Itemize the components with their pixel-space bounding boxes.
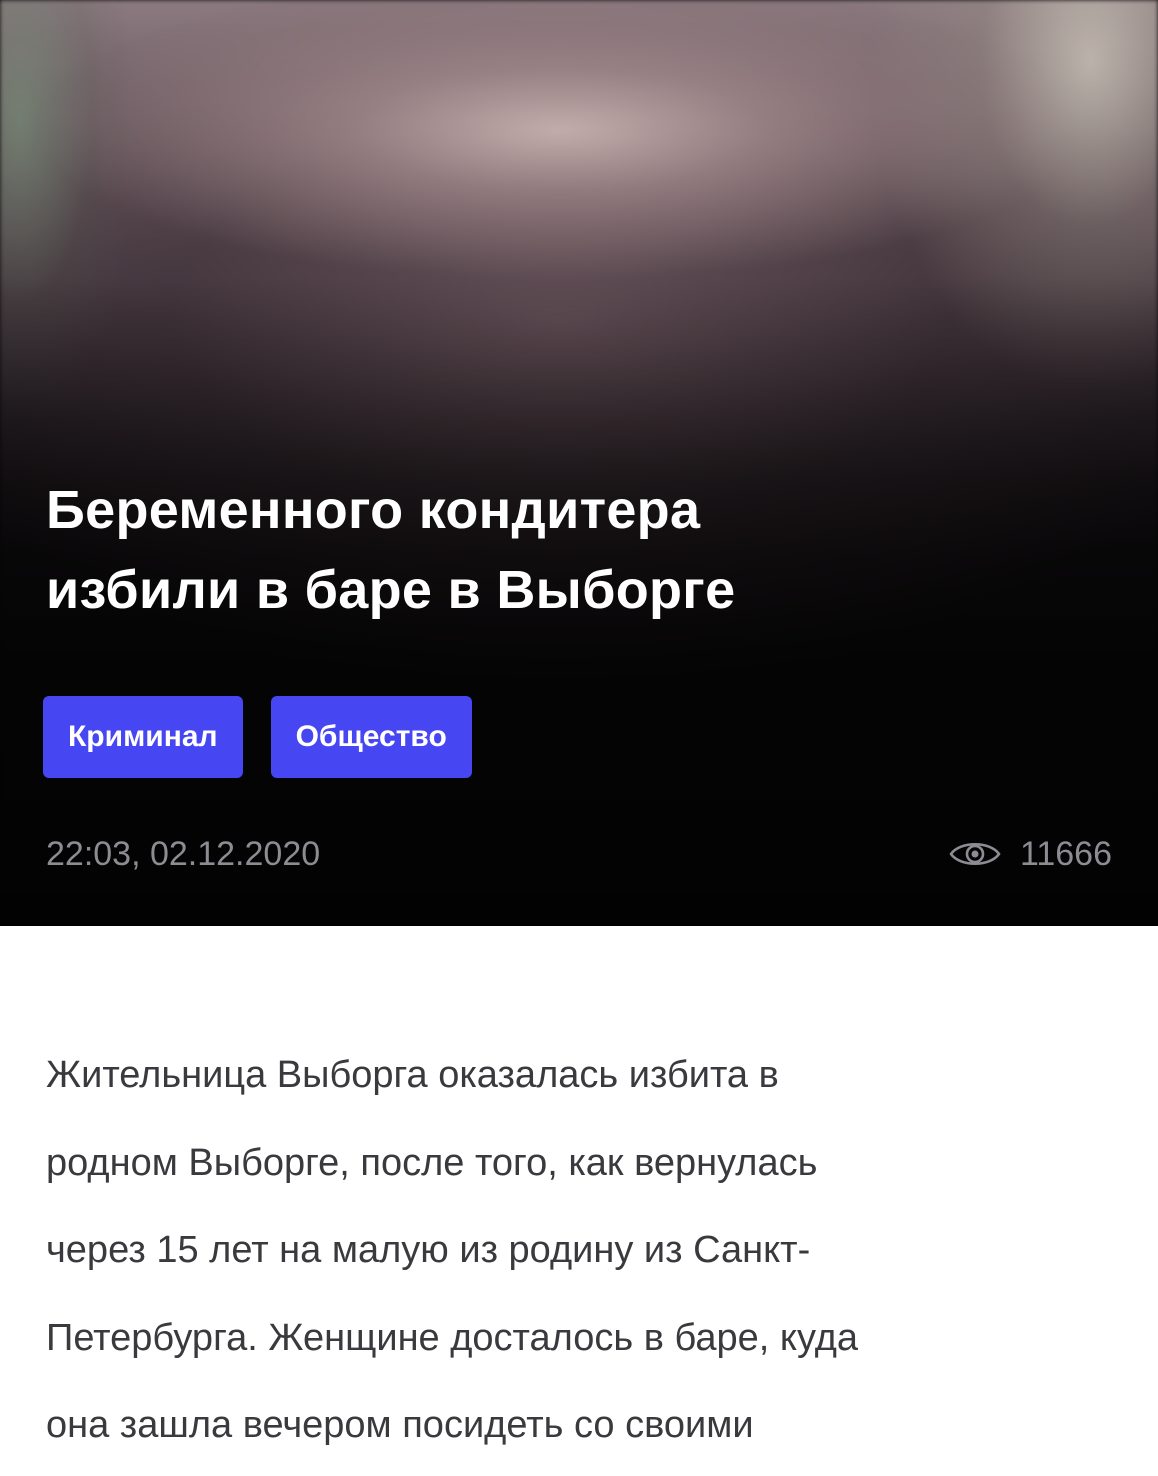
article-body: Жительница Выборга оказалась избита в ро… [46,1032,1121,1470]
hero-gradient-overlay [0,0,1158,926]
views-count: 11666 [1019,835,1112,873]
body-text-line: родном Выборге, после того, как вернулас… [46,1141,818,1184]
article-headline: Беременного кондитера избили в баре в Вы… [46,470,1046,630]
body-text-line: Петербурга. Женщине досталось в баре, ку… [46,1316,859,1359]
headline-line: избили в баре в Выборге [46,560,736,620]
headline-line: Беременного кондитера [46,480,701,540]
publish-datetime: 22:03, 02.12.2020 [46,835,321,873]
eye-icon [949,842,1001,866]
body-text-line: она зашла вечером посидеть со своими [46,1404,754,1446]
tag-criminal-button[interactable]: Криминал [43,696,243,778]
views-counter: 11666 [948,832,1112,876]
hero-section: Беременного кондитера избили в баре в Вы… [0,0,1158,926]
body-text-line: Жительница Выборга оказалась избита в [46,1054,779,1096]
body-text-line: через 15 лет на малую из родину из Санкт… [46,1229,811,1271]
tag-society-button[interactable]: Общество [270,696,472,778]
tag-list: Криминал Общество [43,696,472,778]
